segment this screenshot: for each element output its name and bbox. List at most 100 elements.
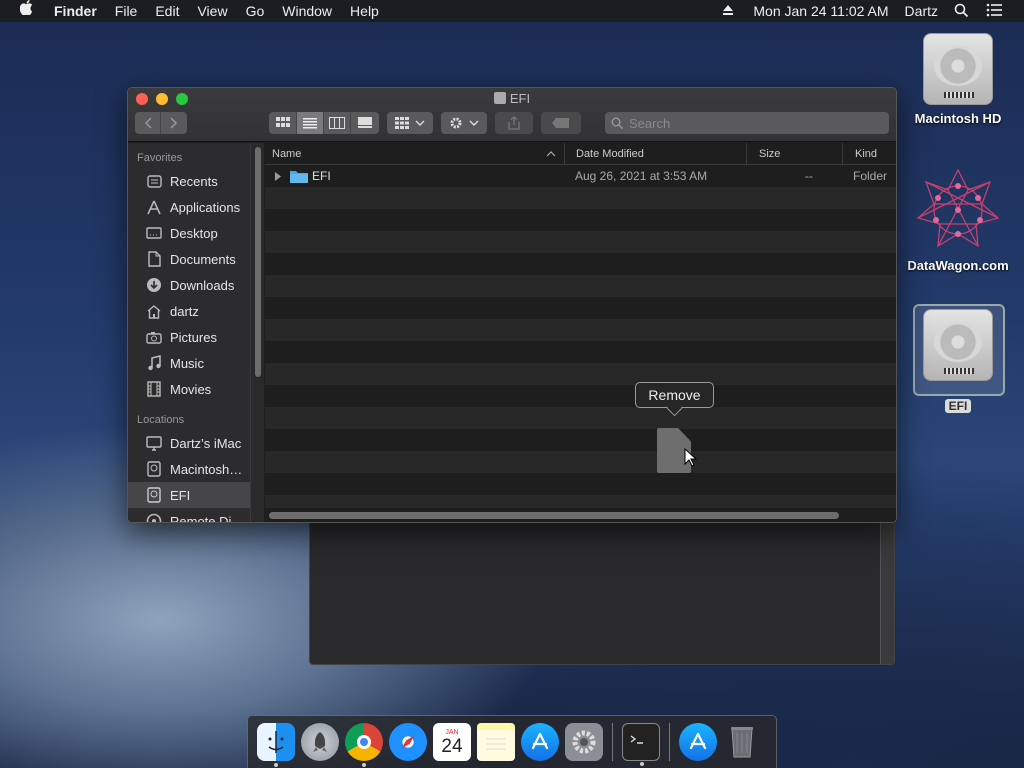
empty-row [265, 429, 896, 451]
search-input[interactable] [629, 115, 869, 131]
tags-button[interactable] [541, 112, 581, 134]
file-rows: EFI Aug 26, 2021 at 3:53 AM -- Folder [265, 165, 896, 517]
eject-icon[interactable] [721, 3, 737, 19]
finder-dock-icon[interactable] [257, 723, 295, 767]
menubar-clock[interactable]: Mon Jan 24 11:02 AM [745, 0, 896, 22]
column-header-size[interactable]: Size [747, 143, 843, 165]
menubar-user[interactable]: Dartz [897, 0, 946, 22]
forward-button[interactable] [161, 112, 187, 134]
menu-bar: Finder File Edit View Go Window Help Mon… [0, 0, 1024, 22]
sidebar-item-efi[interactable]: EFI [128, 482, 250, 508]
background-window[interactable] [309, 505, 895, 665]
empty-row [265, 297, 896, 319]
app-menu-finder[interactable]: Finder [45, 0, 106, 22]
download-icon [146, 277, 162, 293]
sidebar-item-label: EFI [170, 487, 191, 503]
group-by-button[interactable] [387, 112, 433, 134]
desktop-icon-macintosh-hd[interactable]: Macintosh HD [903, 33, 1013, 126]
terminal-dock-icon[interactable] [622, 723, 660, 766]
sidebar-item-documents[interactable]: Documents [128, 246, 250, 272]
menu-go[interactable]: Go [237, 0, 274, 22]
sidebar-item-macintosh-hd[interactable]: Macintosh… [128, 456, 250, 482]
sidebar-section-favorites: Favorites [137, 152, 183, 164]
spotlight-search-icon[interactable] [954, 3, 970, 19]
notification-center-icon[interactable] [986, 3, 1002, 19]
sidebar-item-label: Macintosh… [170, 461, 243, 477]
app-store-dock-icon[interactable] [521, 723, 559, 761]
music-icon [146, 355, 162, 371]
column-view-button[interactable] [324, 112, 351, 134]
sidebar-item-imac[interactable]: Dartz’s iMac [128, 430, 250, 456]
empty-row [265, 275, 896, 297]
action-button[interactable] [441, 112, 487, 134]
launchpad-dock-icon[interactable] [301, 723, 339, 761]
tag-icon [552, 118, 569, 128]
window-title: EFI [128, 91, 896, 106]
home-icon [146, 303, 162, 319]
back-button[interactable] [135, 112, 162, 134]
hard-drive-icon [923, 33, 993, 105]
datawagon-logo-icon [916, 168, 1000, 252]
camera-icon [146, 329, 162, 345]
horizontal-scrollbar[interactable] [265, 508, 896, 522]
share-button[interactable] [495, 112, 533, 134]
sidebar-item-label: Pictures [170, 329, 217, 345]
back-forward-control [135, 112, 187, 134]
gallery-view-button[interactable] [351, 112, 378, 134]
sidebar-section-locations: Locations [137, 414, 185, 426]
system-preferences-dock-icon[interactable] [565, 723, 603, 761]
gear-icon [450, 117, 462, 129]
sidebar-item-label: Documents [170, 251, 236, 267]
menu-view[interactable]: View [188, 0, 236, 22]
app-store-download-dock-icon[interactable] [679, 723, 717, 761]
finder-window[interactable]: EFI Favorit [127, 87, 897, 523]
sidebar-item-pictures[interactable]: Pictures [128, 324, 250, 350]
apple-menu-icon[interactable] [0, 0, 45, 22]
list-view-button[interactable] [297, 112, 324, 134]
search-field[interactable] [605, 112, 889, 134]
safari-dock-icon[interactable] [389, 723, 427, 761]
sidebar-scrollbar[interactable] [250, 143, 264, 522]
column-header-date[interactable]: Date Modified [565, 143, 747, 165]
sidebar-item-label: Remote Di… [170, 513, 245, 523]
menu-file[interactable]: File [106, 0, 147, 22]
hard-drive-icon [923, 309, 993, 381]
calendar-dock-icon[interactable]: JAN 24 [433, 723, 471, 761]
sidebar-item-music[interactable]: Music [128, 350, 250, 376]
empty-row [265, 407, 896, 429]
notes-dock-icon[interactable] [477, 723, 515, 761]
desktop-icon-efi[interactable]: EFI [903, 309, 1013, 413]
mouse-cursor-icon [684, 448, 698, 467]
computer-icon [146, 435, 162, 451]
desktop-icon-label: Macintosh HD [914, 111, 1002, 126]
view-mode-control [269, 112, 379, 134]
sidebar-item-recents[interactable]: Recents [128, 168, 250, 194]
empty-row [265, 451, 896, 473]
sidebar-item-home[interactable]: dartz [128, 298, 250, 324]
column-header-kind[interactable]: Kind [843, 143, 896, 165]
empty-row [265, 473, 896, 495]
chrome-dock-icon[interactable] [345, 723, 383, 767]
desktop-icon-label: DataWagon.com [907, 258, 1009, 273]
dock: JAN 24 [247, 715, 777, 768]
menu-help[interactable]: Help [341, 0, 388, 22]
icon-view-button[interactable] [270, 112, 297, 134]
menu-window[interactable]: Window [273, 0, 341, 22]
desktop-icon-datawagon[interactable]: DataWagon.com [903, 168, 1013, 273]
sidebar-item-label: Desktop [170, 225, 218, 241]
table-row[interactable]: EFI Aug 26, 2021 at 3:53 AM -- Folder [265, 165, 896, 187]
sidebar-item-movies[interactable]: Movies [128, 376, 250, 402]
trash-dock-icon[interactable] [723, 723, 761, 761]
disclosure-triangle-icon[interactable] [274, 171, 282, 181]
sidebar-item-applications[interactable]: Applications [128, 194, 250, 220]
share-icon [508, 116, 520, 130]
sidebar-item-downloads[interactable]: Downloads [128, 272, 250, 298]
column-header-name[interactable]: Name [265, 143, 565, 165]
file-kind: Folder [853, 169, 888, 183]
sidebar-item-remote-disc[interactable]: Remote Di… [128, 508, 250, 523]
menu-edit[interactable]: Edit [146, 0, 188, 22]
empty-row [265, 319, 896, 341]
sidebar-item-desktop[interactable]: Desktop [128, 220, 250, 246]
empty-row [265, 209, 896, 231]
calendar-day: 24 [441, 735, 463, 757]
